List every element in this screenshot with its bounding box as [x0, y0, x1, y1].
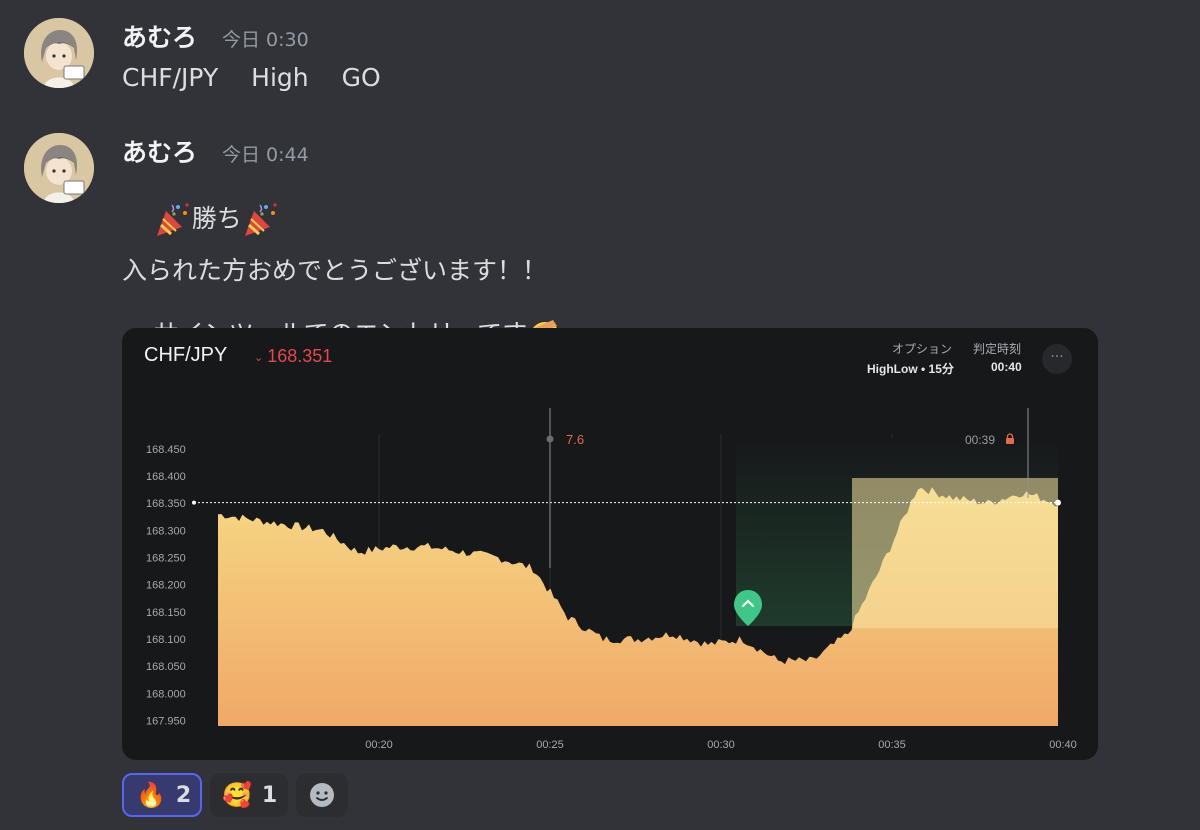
- y-tick-label: 168.200: [146, 580, 186, 592]
- countdown: 00:39: [965, 433, 995, 447]
- option-value: HighLow • 15分: [867, 362, 954, 376]
- win-text: 勝ち: [191, 204, 242, 233]
- reaction-fire[interactable]: 🔥 2: [122, 773, 202, 817]
- fire-icon: 🔥: [136, 781, 166, 809]
- x-tick-label: 00:40: [1049, 739, 1077, 751]
- ellipsis-icon[interactable]: ···: [1042, 344, 1072, 374]
- message-text: CHF/JPY High GO: [122, 63, 381, 92]
- judge-value: 00:40: [991, 360, 1022, 374]
- avatar[interactable]: [24, 133, 94, 203]
- y-tick-label: 168.250: [146, 553, 186, 565]
- x-tick-label: 00:35: [878, 739, 906, 751]
- y-tick-label: 168.450: [146, 444, 186, 456]
- avatar[interactable]: [24, 18, 94, 88]
- y-tick-label: 168.100: [146, 634, 186, 646]
- avatar-image: [24, 18, 94, 88]
- win-highlight: [852, 478, 1058, 629]
- marker-dot: [546, 435, 554, 443]
- party-popper-icon: [156, 203, 189, 236]
- reaction-smiling-hearts[interactable]: 🥰 1: [210, 773, 288, 817]
- y-tick-label: 168.350: [146, 498, 186, 510]
- price-value: 168.351: [267, 346, 333, 366]
- lock-icon: [1006, 433, 1014, 444]
- reaction-count: 1: [261, 782, 278, 808]
- timestamp: 今日 0:44: [222, 144, 309, 166]
- username[interactable]: あむろ: [122, 18, 197, 54]
- judge-label: 判定時刻: [973, 342, 1022, 356]
- x-tick-label: 00:20: [365, 739, 393, 751]
- y-tick-label: 168.050: [146, 661, 186, 673]
- y-tick-label: 168.000: [146, 688, 186, 700]
- add-reaction-icon: [310, 783, 334, 807]
- timestamp: 今日 0:30: [222, 29, 309, 51]
- option-label: オプション: [892, 342, 953, 356]
- chart-image[interactable]: 168.450 168.400 168.350 168.300 168.250 168.2…: [122, 328, 1098, 760]
- x-tick-label: 00:25: [536, 739, 564, 751]
- current-price-dot: [1055, 499, 1061, 506]
- smiling-face-with-hearts-icon: 🥰: [222, 781, 252, 809]
- chevron-down-icon: ⌄: [254, 351, 264, 364]
- y-tick-label: 167.950: [146, 716, 186, 728]
- y-tick-label: 168.150: [146, 607, 186, 619]
- message-line-2: 入られた方おめでとうございます！！: [122, 256, 548, 285]
- username[interactable]: あむろ: [122, 133, 197, 169]
- currency-pair: CHF/JPY: [144, 344, 228, 366]
- y-tick-label: 168.300: [146, 525, 186, 537]
- price-chart: 168.450 168.400 168.350 168.300 168.250 168.2…: [146, 408, 1077, 751]
- y-tick-label: 168.400: [146, 471, 186, 483]
- avatar-image: [24, 133, 94, 203]
- add-reaction-button[interactable]: [296, 773, 348, 817]
- party-popper-icon: [244, 203, 277, 236]
- current-price-dot: [192, 500, 196, 505]
- marker-label: 7.6: [566, 432, 584, 447]
- current-price: ⌄ 168.351: [254, 346, 332, 367]
- reaction-count: 2: [175, 782, 192, 808]
- x-tick-label: 00:30: [707, 739, 735, 751]
